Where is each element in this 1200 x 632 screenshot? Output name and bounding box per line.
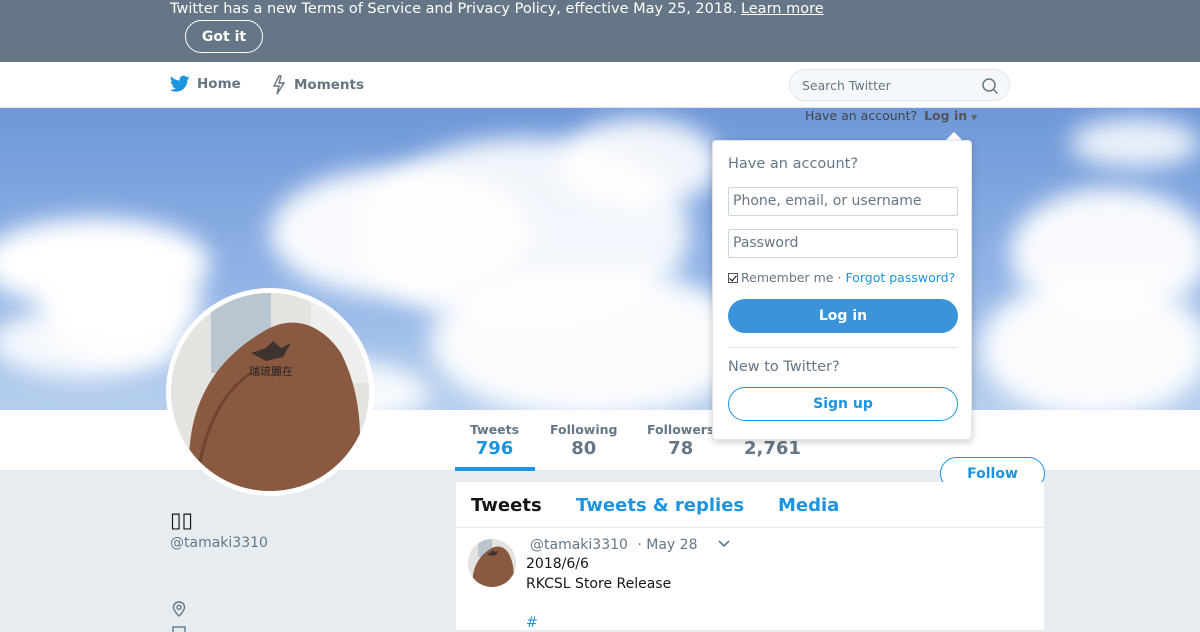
remember-me-checkbox[interactable] [728,272,738,283]
stat-followers-value: 78 [668,438,694,459]
banner-message: Twitter has a new Terms of Service and P… [170,1,824,17]
profile-handle: @tamaki3310 [170,535,268,551]
dropdown-divider [728,347,958,348]
stat-tweets-label: Tweets [470,422,520,437]
profile-avatar[interactable]: 瑞琉麗在 [166,288,374,496]
tweet-avatar-photo [468,539,516,587]
have-account-text: Have an account? [805,108,918,123]
password-field[interactable]: Password [728,229,958,258]
lightning-icon [272,75,286,95]
login-toggle[interactable]: Log in [924,108,967,123]
top-nav: Home Moments Search Twitter [0,62,1200,108]
active-stat-underline [455,467,535,471]
login-dropdown: Have an account? Phone, email, or userna… [712,140,972,440]
twitter-bird-icon [170,75,190,92]
search-icon[interactable] [981,77,999,95]
tweet-hashtag[interactable]: # [526,615,538,631]
remember-me-label[interactable]: Remember me [741,270,833,285]
username-field[interactable]: Phone, email, or username [728,187,958,216]
tweet-handle[interactable]: @tamaki3310 [530,537,628,553]
tweet-text-line-1: 2018/6/6 [526,556,589,572]
signup-button[interactable]: Sign up [728,387,958,421]
nav-home-label: Home [197,76,241,92]
timeline-tabs: Tweets Tweets & replies Media [456,482,1044,528]
forgot-password-link[interactable]: Forgot password? [845,270,955,285]
stat-followers-label: Followers [647,422,715,437]
policy-banner: Twitter has a new Terms of Service and P… [0,0,1200,62]
svg-text:瑞琉麗在: 瑞琉麗在 [249,364,293,378]
profile-name: ▯▯ [170,508,194,532]
tab-tweets[interactable]: Tweets [471,495,542,516]
stat-following-label: Following [550,422,618,437]
stat-following[interactable]: Following 80 [550,422,617,459]
login-dropdown-title: Have an account? [728,156,859,172]
timeline: Tweets Tweets & replies Media @tamaki331… [456,482,1044,631]
tab-media[interactable]: Media [778,495,839,516]
stat-likes-value: 2,761 [744,438,801,459]
got-it-button[interactable]: Got it [185,20,263,53]
tab-tweets-replies[interactable]: Tweets & replies [576,495,744,516]
login-button[interactable]: Log in [728,299,958,333]
stat-tweets-value: 796 [475,438,514,459]
have-account-login: Have an account? Log in ▼ [805,108,977,123]
avatar-photo: 瑞琉麗在 [171,293,369,491]
tweet-avatar[interactable] [468,539,516,587]
learn-more-link[interactable]: Learn more [741,1,824,17]
banner-text: Twitter has a new Terms of Service and P… [170,1,737,17]
stat-tweets[interactable]: Tweets 796 [470,422,519,459]
tweet-date[interactable]: · May 28 [637,537,697,553]
tweet-meta: @tamaki3310 · May 28 [530,537,697,553]
stat-following-value: 80 [571,438,597,459]
chevron-down-icon[interactable] [718,540,730,548]
search-box[interactable]: Search Twitter [789,69,1010,101]
stat-followers[interactable]: Followers 78 [647,422,714,459]
tweet-text-line-2: RKCSL Store Release [526,576,672,592]
location-pin-icon [172,601,186,617]
remember-me-row: Remember me · Forgot password? [728,270,955,285]
chevron-down-icon[interactable]: ▼ [971,113,977,122]
nav-moments-label: Moments [294,77,365,93]
nav-home[interactable]: Home [170,75,241,93]
new-to-twitter-text: New to Twitter? [728,359,840,375]
separator-dot: · [837,270,842,285]
nav-moments[interactable]: Moments [271,75,364,95]
calendar-icon [172,626,186,632]
search-input[interactable]: Search Twitter [802,78,891,93]
